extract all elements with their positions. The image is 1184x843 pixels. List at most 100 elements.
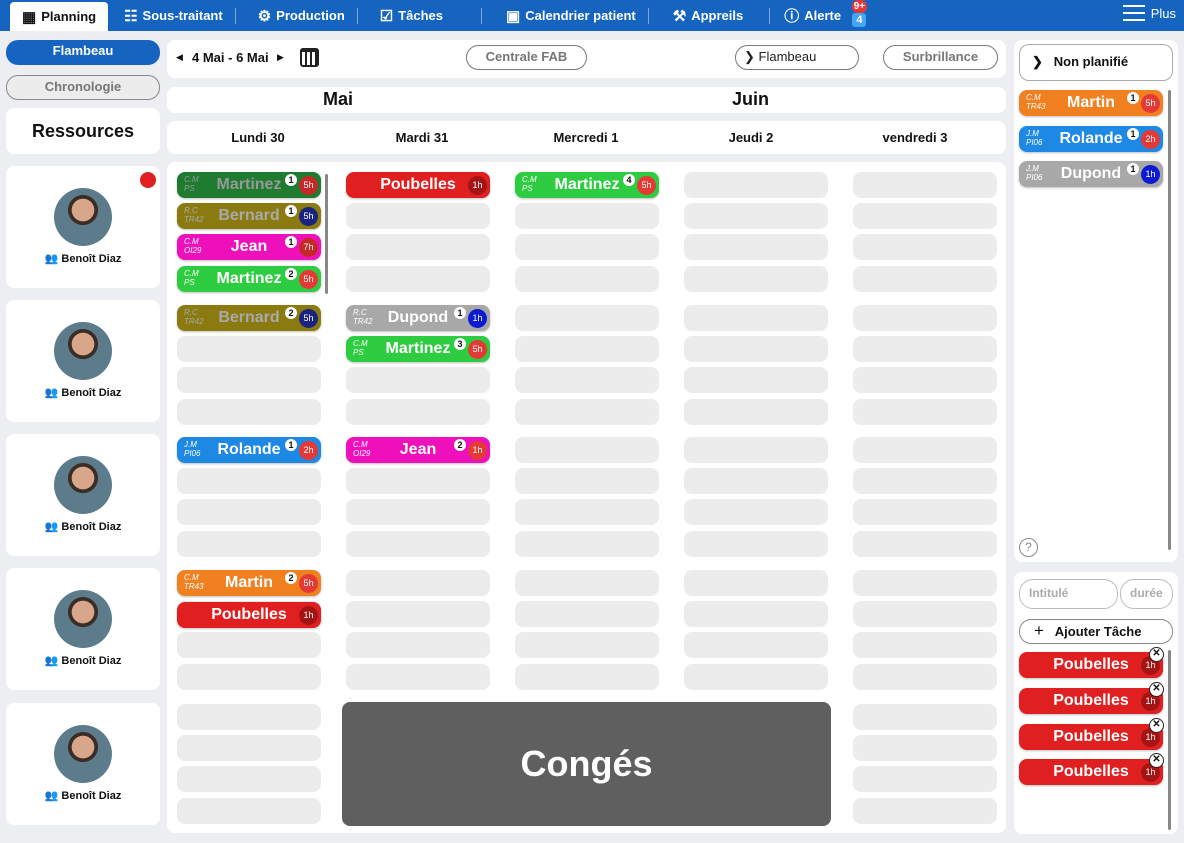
scrollbar[interactable] bbox=[325, 174, 328, 294]
empty-slot[interactable] bbox=[853, 632, 997, 658]
empty-slot[interactable] bbox=[684, 172, 828, 198]
empty-slot[interactable] bbox=[515, 399, 659, 425]
unplanned-toggle-button[interactable]: ❯ Non planifié bbox=[1019, 44, 1173, 81]
close-icon[interactable]: ✕ bbox=[1149, 647, 1164, 662]
unplanned-task-chip[interactable]: C.M TR43 Martin 1 5h bbox=[1019, 90, 1163, 116]
empty-slot[interactable] bbox=[177, 664, 321, 690]
resource-card[interactable]: 👥 Benoît Diaz bbox=[6, 568, 160, 690]
task-chip[interactable]: C.M TR43 Martin 2 5h bbox=[177, 570, 321, 596]
empty-slot[interactable] bbox=[684, 305, 828, 331]
empty-slot[interactable] bbox=[853, 766, 997, 792]
empty-slot[interactable] bbox=[177, 468, 321, 494]
task-chip[interactable]: Poubelles 1h bbox=[177, 602, 321, 628]
task-chip[interactable]: C.M OI29 Jean 2 1h bbox=[346, 437, 490, 463]
empty-slot[interactable] bbox=[853, 336, 997, 362]
empty-slot[interactable] bbox=[853, 499, 997, 525]
scrollbar[interactable] bbox=[1168, 650, 1171, 830]
surbrillance-button[interactable]: Surbrillance bbox=[883, 45, 998, 70]
more-menu-button[interactable]: Plus bbox=[1122, 5, 1176, 21]
tab-calendrier-patient[interactable]: ▣ Calendrier patient bbox=[482, 0, 648, 31]
empty-slot[interactable] bbox=[515, 499, 659, 525]
empty-slot[interactable] bbox=[684, 266, 828, 292]
task-chip[interactable]: C.M PS Martinez 2 5h bbox=[177, 266, 321, 292]
unplanned-task-chip[interactable]: J.M PI06 Rolande 1 2h bbox=[1019, 126, 1163, 152]
unplanned-task-chip[interactable]: J.M PI06 Dupond 1 1h bbox=[1019, 161, 1163, 187]
empty-slot[interactable] bbox=[177, 531, 321, 557]
empty-slot[interactable] bbox=[515, 367, 659, 393]
empty-slot[interactable] bbox=[346, 234, 490, 260]
close-icon[interactable]: ✕ bbox=[1149, 682, 1164, 697]
empty-slot[interactable] bbox=[853, 203, 997, 229]
empty-slot[interactable] bbox=[684, 601, 828, 627]
empty-slot[interactable] bbox=[515, 632, 659, 658]
empty-slot[interactable] bbox=[346, 266, 490, 292]
task-chip[interactable]: J.M PI06 Rolande 1 2h bbox=[177, 437, 321, 463]
resource-card[interactable]: 👥 Benoît Diaz bbox=[6, 166, 160, 288]
empty-slot[interactable] bbox=[346, 499, 490, 525]
empty-slot[interactable] bbox=[346, 632, 490, 658]
empty-slot[interactable] bbox=[684, 468, 828, 494]
task-chip[interactable]: C.M PS Martinez 4 5h bbox=[515, 172, 659, 198]
tab-sous-traitant[interactable]: ☷ Sous-traitant bbox=[112, 0, 235, 31]
empty-slot[interactable] bbox=[346, 570, 490, 596]
tab-taches[interactable]: ☑ Tâches bbox=[358, 0, 455, 31]
empty-slot[interactable] bbox=[515, 305, 659, 331]
empty-slot[interactable] bbox=[853, 798, 997, 824]
help-icon[interactable]: ? bbox=[1019, 538, 1038, 557]
empty-slot[interactable] bbox=[684, 399, 828, 425]
empty-slot[interactable] bbox=[177, 766, 321, 792]
task-duration-input[interactable]: durée bbox=[1120, 579, 1173, 609]
view-flambeau-button[interactable]: Flambeau bbox=[6, 40, 160, 65]
custom-task-chip[interactable]: Poubelles 1h bbox=[1019, 688, 1163, 714]
resource-card[interactable]: 👥 Benoît Diaz bbox=[6, 300, 160, 422]
task-chip[interactable]: R.C TR42 Bernard 1 5h bbox=[177, 203, 321, 229]
empty-slot[interactable] bbox=[177, 367, 321, 393]
empty-slot[interactable] bbox=[684, 367, 828, 393]
empty-slot[interactable] bbox=[853, 531, 997, 557]
empty-slot[interactable] bbox=[853, 437, 997, 463]
conges-block[interactable]: Congés bbox=[342, 702, 831, 826]
empty-slot[interactable] bbox=[853, 735, 997, 761]
task-chip[interactable]: R.C TR42 Bernard 2 5h bbox=[177, 305, 321, 331]
tab-production[interactable]: ⚙ Production bbox=[236, 0, 357, 31]
empty-slot[interactable] bbox=[515, 664, 659, 690]
close-icon[interactable]: ✕ bbox=[1149, 753, 1164, 768]
task-chip[interactable]: C.M PS Martinez 3 5h bbox=[346, 336, 490, 362]
next-week-button[interactable]: ▶ bbox=[277, 52, 284, 63]
empty-slot[interactable] bbox=[515, 203, 659, 229]
empty-slot[interactable] bbox=[684, 203, 828, 229]
empty-slot[interactable] bbox=[853, 601, 997, 627]
resource-card[interactable]: 👥 Benoît Diaz bbox=[6, 703, 160, 825]
tab-appreils[interactable]: ⚒ Appreils bbox=[649, 0, 755, 31]
task-title-input[interactable]: Intitulé bbox=[1019, 579, 1118, 609]
empty-slot[interactable] bbox=[853, 664, 997, 690]
scrollbar[interactable] bbox=[1168, 90, 1171, 550]
task-chip[interactable]: R.C TR42 Dupond 1 1h bbox=[346, 305, 490, 331]
empty-slot[interactable] bbox=[346, 664, 490, 690]
empty-slot[interactable] bbox=[684, 336, 828, 362]
empty-slot[interactable] bbox=[346, 531, 490, 557]
calendar-picker-icon[interactable] bbox=[300, 48, 319, 67]
tab-alerte[interactable]: ⓘ Alerte 9+ 4 bbox=[770, 0, 869, 31]
add-task-button[interactable]: + Ajouter Tâche bbox=[1019, 619, 1173, 644]
empty-slot[interactable] bbox=[515, 531, 659, 557]
empty-slot[interactable] bbox=[684, 499, 828, 525]
custom-task-chip[interactable]: Poubelles 1h bbox=[1019, 652, 1163, 678]
empty-slot[interactable] bbox=[177, 632, 321, 658]
empty-slot[interactable] bbox=[853, 305, 997, 331]
prev-week-button[interactable]: ◀ bbox=[176, 52, 183, 63]
empty-slot[interactable] bbox=[177, 704, 321, 730]
empty-slot[interactable] bbox=[515, 266, 659, 292]
flambeau-filter-button[interactable]: ❯ Flambeau bbox=[735, 45, 859, 70]
empty-slot[interactable] bbox=[346, 367, 490, 393]
task-chip[interactable]: Poubelles 1h bbox=[346, 172, 490, 198]
empty-slot[interactable] bbox=[515, 234, 659, 260]
empty-slot[interactable] bbox=[853, 704, 997, 730]
empty-slot[interactable] bbox=[853, 367, 997, 393]
empty-slot[interactable] bbox=[853, 570, 997, 596]
empty-slot[interactable] bbox=[853, 399, 997, 425]
close-icon[interactable]: ✕ bbox=[1149, 718, 1164, 733]
empty-slot[interactable] bbox=[684, 664, 828, 690]
custom-task-chip[interactable]: Poubelles 1h bbox=[1019, 759, 1163, 785]
empty-slot[interactable] bbox=[177, 336, 321, 362]
